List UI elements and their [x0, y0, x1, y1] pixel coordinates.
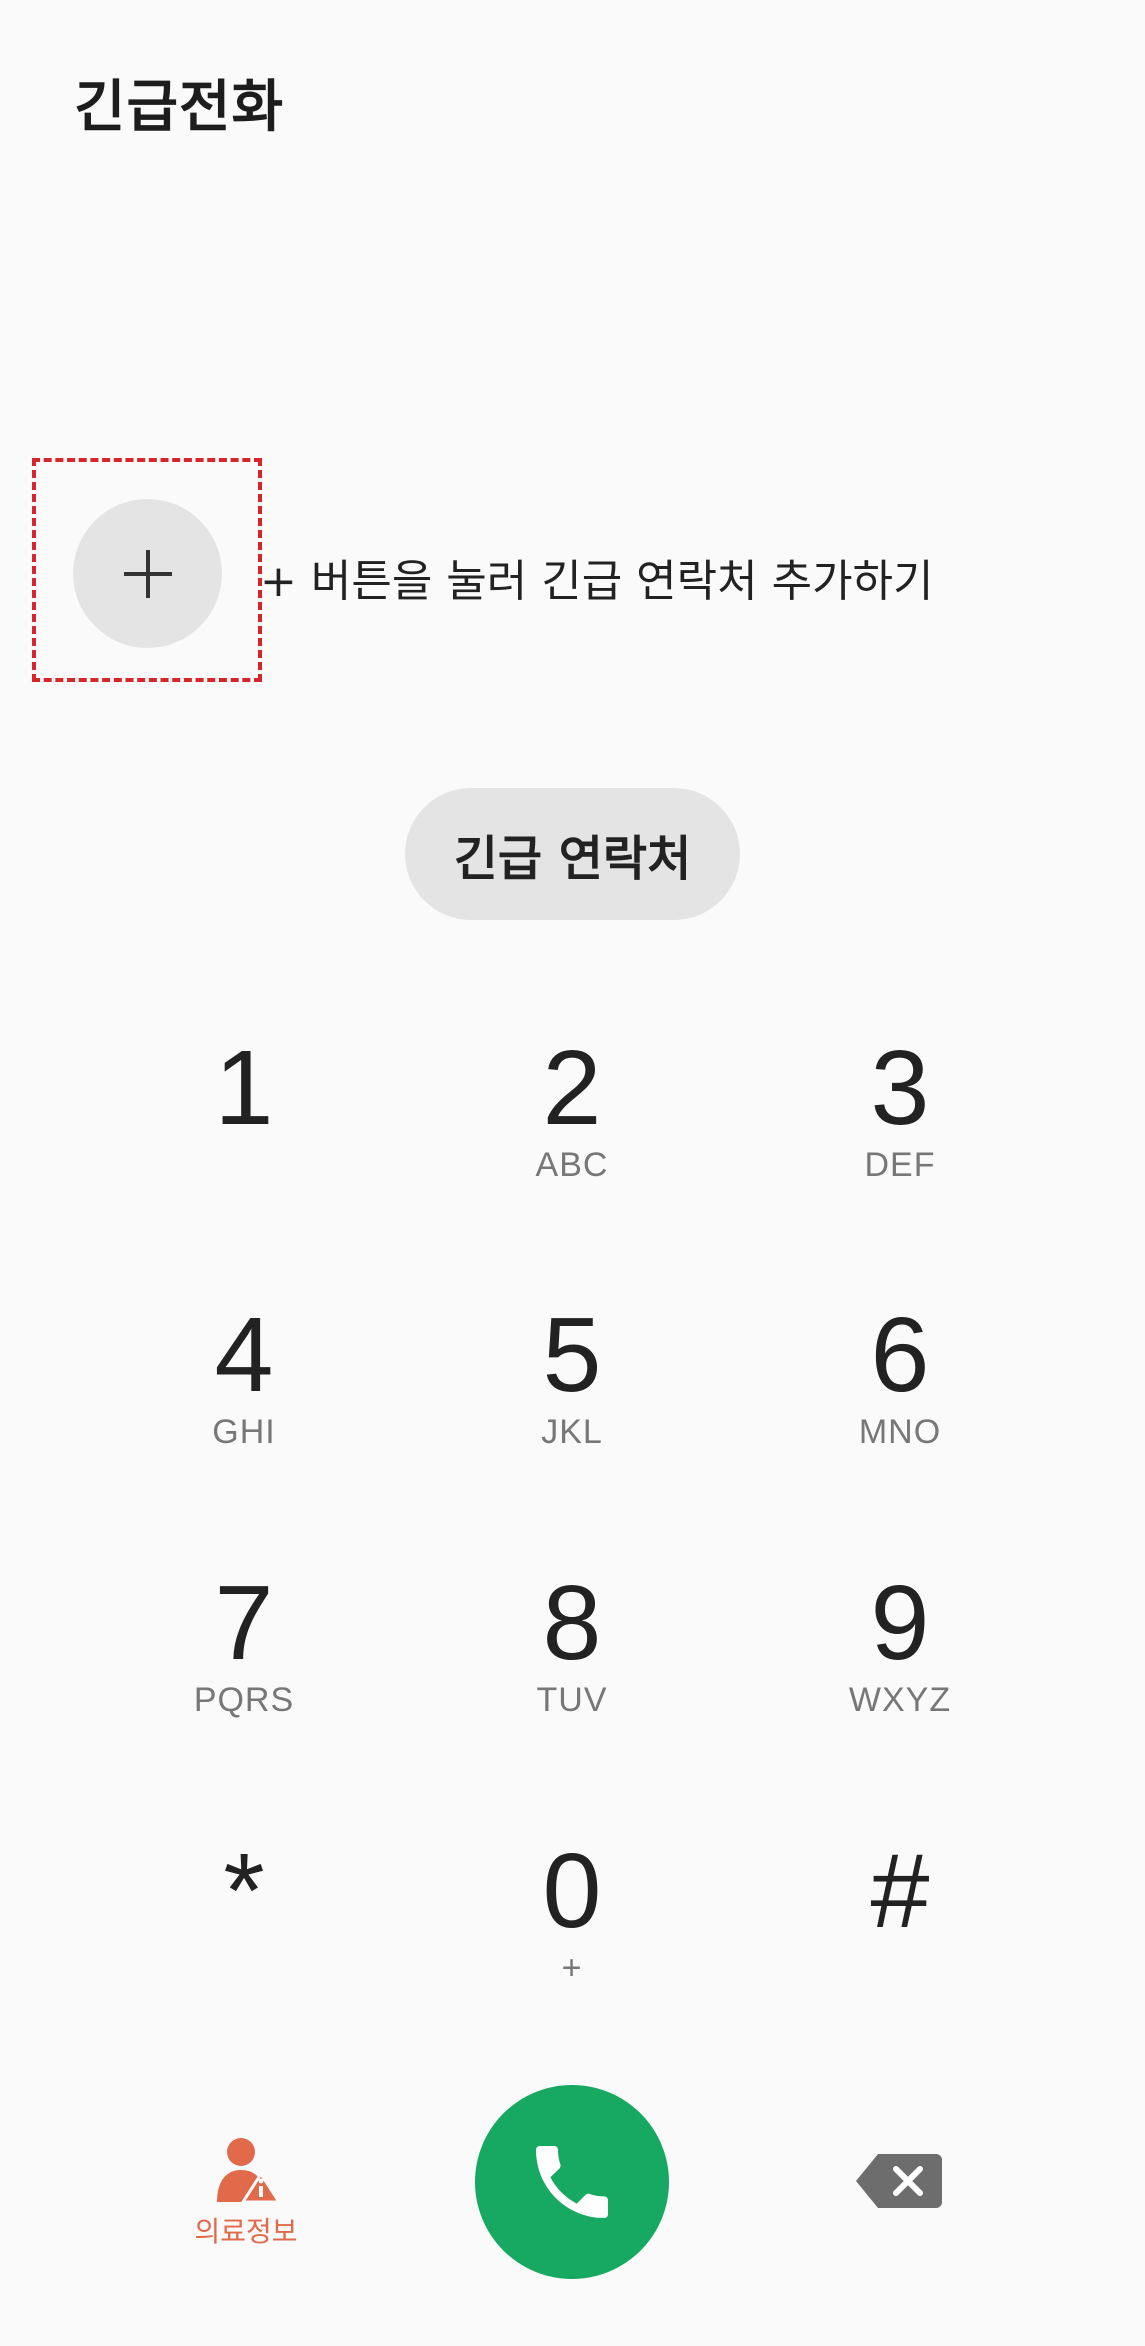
key-digit: 4	[214, 1296, 274, 1414]
key-digit: 2	[542, 1029, 602, 1147]
key-letters: TUV	[536, 1681, 608, 1719]
add-contact-hint: + 버튼을 눌러 긴급 연락처 추가하기	[260, 556, 934, 607]
key-3[interactable]: 3 DEF	[770, 1035, 1030, 1235]
medical-info-icon	[217, 2138, 281, 2204]
key-digit: 6	[870, 1296, 930, 1414]
plus-icon	[123, 549, 172, 598]
emergency-dial-screen: 긴급전화 + 버튼을 눌러 긴급 연락처 추가하기 긴급 연락처 1 2 ABC…	[0, 0, 1145, 2346]
key-digit: 0	[542, 1832, 602, 1950]
key-digit: *	[223, 1832, 265, 1950]
key-digit: 8	[542, 1564, 602, 1682]
key-letters: MNO	[858, 1413, 942, 1451]
key-0[interactable]: 0 +	[442, 1838, 702, 2038]
key-digit: 1	[214, 1029, 274, 1147]
key-1[interactable]: 1	[114, 1035, 374, 1235]
add-contact-button[interactable]	[73, 499, 222, 648]
phone-icon	[536, 2146, 608, 2218]
key-letters: WXYZ	[848, 1681, 952, 1719]
key-digit: 5	[542, 1296, 602, 1414]
key-6[interactable]: 6 MNO	[770, 1302, 1030, 1502]
key-star[interactable]: *	[114, 1838, 374, 2038]
key-letters: +	[561, 1949, 583, 1987]
key-8[interactable]: 8 TUV	[442, 1570, 702, 1770]
emergency-contacts-button[interactable]: 긴급 연락처	[405, 788, 740, 920]
key-7[interactable]: 7 PQRS	[114, 1570, 374, 1770]
key-letters: GHI	[212, 1413, 276, 1451]
call-button[interactable]	[475, 2085, 669, 2279]
backspace-icon	[856, 2154, 942, 2208]
key-digit: 9	[870, 1564, 930, 1682]
key-digit: #	[870, 1832, 930, 1950]
key-4[interactable]: 4 GHI	[114, 1302, 374, 1502]
key-2[interactable]: 2 ABC	[442, 1035, 702, 1235]
key-letters: JKL	[541, 1413, 603, 1451]
key-letters: PQRS	[193, 1681, 295, 1719]
backspace-button[interactable]	[852, 2150, 946, 2212]
key-letters: ABC	[535, 1146, 609, 1184]
key-digit: 3	[870, 1029, 930, 1147]
key-9[interactable]: 9 WXYZ	[770, 1570, 1030, 1770]
key-5[interactable]: 5 JKL	[442, 1302, 702, 1502]
page-title: 긴급전화	[74, 75, 285, 140]
medical-info-label: 의료정보	[194, 2215, 298, 2248]
key-digit: 7	[214, 1564, 274, 1682]
medical-info-button[interactable]: 의료정보	[176, 2136, 316, 2256]
key-hash[interactable]: #	[770, 1838, 1030, 2038]
key-letters: DEF	[864, 1146, 936, 1184]
